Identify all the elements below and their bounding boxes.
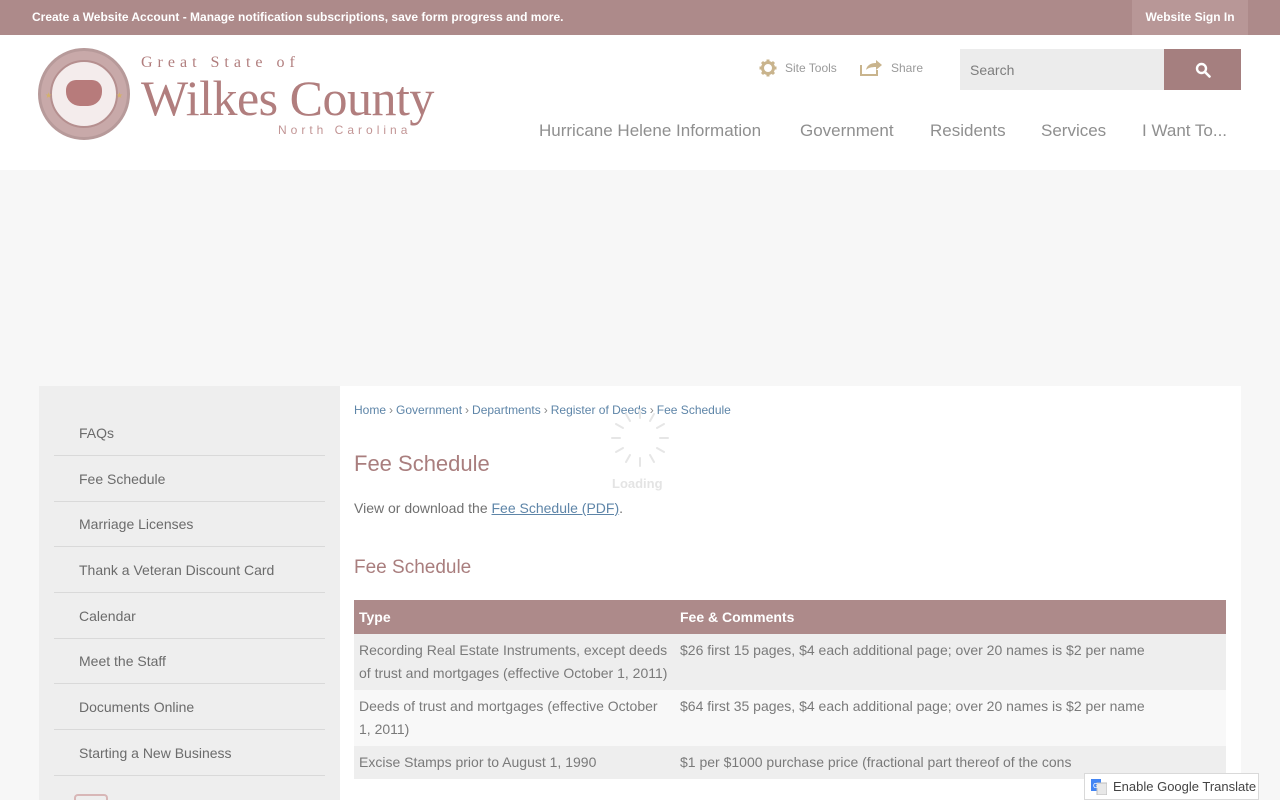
breadcrumb-separator-icon: › <box>389 403 394 417</box>
county-seal-logo[interactable]: ★ ★ <box>38 48 130 140</box>
main-content: Home › Government › Departments › Register of … <box>340 386 1241 800</box>
table-header-row: Type Fee & Comments <box>354 600 1226 634</box>
star-icon: ★ <box>45 91 53 100</box>
table-row: Recording Real Estate Instruments, excep… <box>354 634 1226 690</box>
star-icon: ★ <box>115 91 123 100</box>
breadcrumb: Home › Government › Departments › Register of … <box>354 403 731 417</box>
svg-text:G: G <box>1093 783 1098 790</box>
google-translate-button[interactable]: G Enable Google Translate <box>1084 773 1259 800</box>
intro-text: View or download the Fee Schedule (PDF). <box>354 500 623 516</box>
breadcrumb-separator-icon: › <box>465 403 470 417</box>
logo-county-name[interactable]: Wilkes County <box>141 68 434 128</box>
breadcrumb-departments[interactable]: Departments <box>472 403 541 417</box>
sidebar-item-fee-schedule[interactable]: Fee Schedule <box>54 456 325 502</box>
fee-table: Type Fee & Comments Recording Real Estat… <box>354 600 1226 779</box>
banner-area <box>0 170 1280 386</box>
table-header-type: Type <box>354 600 675 634</box>
search-icon <box>1195 62 1211 78</box>
gear-icon <box>759 59 777 77</box>
nav-i-want-to[interactable]: I Want To... <box>1142 121 1227 141</box>
table-header-fee: Fee & Comments <box>675 600 1226 634</box>
site-header: ★ ★ Great State of Wilkes County North C… <box>0 35 1280 170</box>
sidebar-nav: FAQs Fee Schedule Marriage Licenses Than… <box>39 386 340 800</box>
loading-label: Loading <box>612 476 663 491</box>
nav-hurricane-helene[interactable]: Hurricane Helene Information <box>539 121 761 141</box>
table-cell-fee: $26 first 15 pages, $4 each additional p… <box>675 634 1226 690</box>
sidebar-item-marriage-licenses[interactable]: Marriage Licenses <box>54 501 325 547</box>
breadcrumb-separator-icon: › <box>543 403 548 417</box>
table-row: Deeds of trust and mortgages (effective … <box>354 690 1226 746</box>
sidebar-item-calendar[interactable]: Calendar <box>54 593 325 639</box>
sidebar-item-documents-online[interactable]: Documents Online <box>54 684 325 730</box>
intro-suffix: . <box>619 500 623 516</box>
nav-services[interactable]: Services <box>1041 121 1106 141</box>
search-input[interactable] <box>960 49 1165 90</box>
google-translate-label: Enable Google Translate <box>1113 779 1257 794</box>
nav-residents[interactable]: Residents <box>930 121 1006 141</box>
share-button[interactable]: Share <box>859 59 923 77</box>
fee-schedule-pdf-link[interactable]: Fee Schedule (PDF) <box>492 500 620 516</box>
website-sign-in-button[interactable]: Website Sign In <box>1132 0 1248 35</box>
intro-prefix: View or download the <box>354 500 492 516</box>
site-tools-button[interactable]: Site Tools <box>759 59 837 77</box>
site-tools-label: Site Tools <box>785 61 837 75</box>
seal-emblem <box>66 80 102 106</box>
logo-state-name[interactable]: North Carolina <box>278 123 411 137</box>
share-icon <box>860 60 882 76</box>
sidebar-item-faqs[interactable]: FAQs <box>54 410 325 456</box>
table-cell-type: Excise Stamps prior to August 1, 1990 <box>354 746 675 779</box>
sidebar-item-meet-the-staff[interactable]: Meet the Staff <box>54 638 325 684</box>
table-cell-type: Recording Real Estate Instruments, excep… <box>354 634 675 690</box>
google-translate-icon: G <box>1091 778 1107 795</box>
page-title: Fee Schedule <box>354 451 490 476</box>
table-cell-type: Deeds of trust and mortgages (effective … <box>354 690 675 746</box>
sidebar-item-starting-business[interactable]: Starting a New Business <box>54 730 325 776</box>
nav-government[interactable]: Government <box>800 121 894 141</box>
search-button[interactable] <box>1164 49 1241 90</box>
breadcrumb-government[interactable]: Government <box>396 403 462 417</box>
table-cell-fee: $64 first 35 pages, $4 each additional p… <box>675 690 1226 746</box>
seal-inner-ring <box>50 60 118 128</box>
section-title: Fee Schedule <box>354 557 472 578</box>
loading-spinner-icon <box>611 409 669 467</box>
sidebar-item-veteran-discount[interactable]: Thank a Veteran Discount Card <box>54 547 325 593</box>
breadcrumb-home[interactable]: Home <box>354 403 386 417</box>
create-account-link[interactable]: Create a Website Account - Manage notifi… <box>32 0 563 35</box>
share-label: Share <box>891 61 924 75</box>
sidebar-next-item-icon <box>74 794 108 800</box>
top-bar: Create a Website Account - Manage notifi… <box>0 0 1280 35</box>
